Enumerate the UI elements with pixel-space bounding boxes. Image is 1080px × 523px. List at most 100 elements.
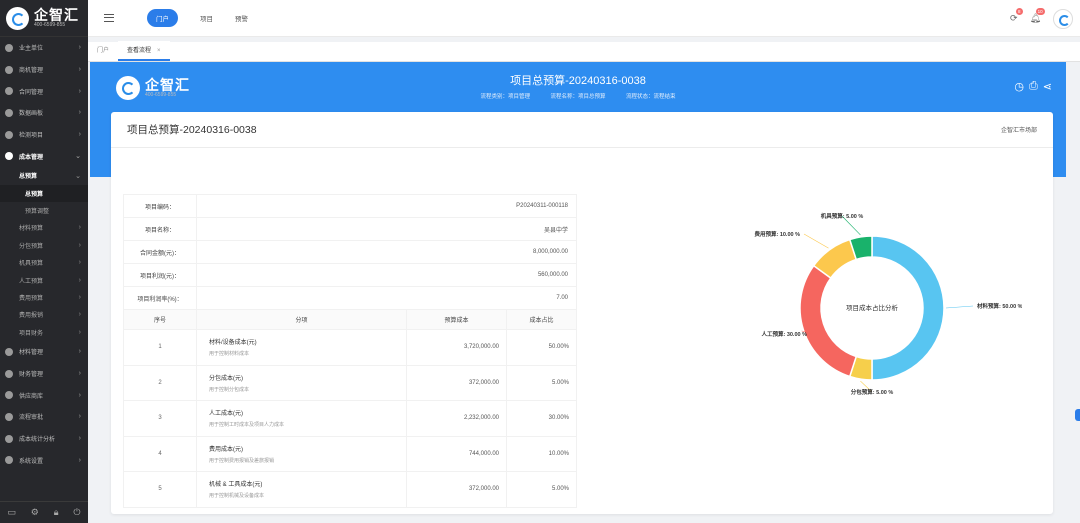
sidebar-item[interactable]: 流程审批 › [0,406,88,428]
sidebar-menu: 业主单位 › 商机管理 › 合同管理 › 数据画板 › 检测项目 › 成本管理 ⌄ 总预算 ⌄ 总预算 预算调… [0,37,88,471]
slice-label: 机具预算: 5.00 % [820,212,864,220]
avatar[interactable] [1053,8,1073,29]
row-percent: 30.00% [506,400,577,437]
chevron-right-icon: › [78,435,81,443]
chevron-right-icon: › [78,311,81,319]
sidebar-item[interactable]: 费用预算 › [0,289,88,306]
sidebar-item[interactable]: 人工预算 › [0,271,88,288]
table-row: 3 人工成本(元) 用于控制工时成本及项目人力成本 2,232,000.00 30.00… [123,400,577,437]
sidebar-item[interactable]: 商机管理 › [0,59,88,81]
sidebar-item[interactable]: 材料预算 › [0,219,88,236]
sidebar-item[interactable]: 财务管理 › [0,363,88,385]
sidebar-item-label: 业主单位 [19,46,44,53]
bell-icon[interactable]: 🔔︎ 10 [1030,8,1045,24]
menu-item-icon [5,43,13,52]
row-category: 分包成本(元) 用于控制分包成本 [196,364,407,401]
gear-icon[interactable]: ⚙ [31,507,39,518]
sync-icon[interactable]: ⟳ 8 [1010,8,1023,24]
chevron-right-icon: › [78,413,81,421]
category-name: 材料/设备成本(元) [209,340,257,347]
sidebar-item[interactable]: 数据画板 › [0,102,88,124]
sidebar-item-label: 成本管理 [19,154,44,161]
sidebar-item-label: 财务管理 [19,372,44,379]
sidebar-item-label: 材料管理 [19,350,44,357]
row-amount: 744,000.00 [406,435,507,472]
top-tab-project[interactable]: 项目 [200,13,213,23]
card-title: 项目总预算-20240316-0038 [127,124,257,136]
chevron-right-icon: › [78,294,81,302]
row-category: 机械 & 工具成本(元) 用于控制机械及设备成本 [196,471,407,508]
sidebar-logo[interactable]: 企智汇 400-6599-855 [0,0,88,37]
notice-badge: 10 [1035,8,1045,15]
page-tab-portal[interactable]: 门户 [88,41,118,61]
sidebar-item-label: 成本统计分析 [19,437,56,444]
lock-icon[interactable]: 🔒︎ [54,507,59,518]
info-value: 7.00 [196,286,577,310]
sidebar-item[interactable]: 检测项目 › [0,124,88,146]
top-tab-portal[interactable]: 门户 [147,9,178,27]
label-leader-line [945,305,974,309]
sidebar-item-label: 材料预算 [19,226,44,233]
chevron-right-icon: › [78,87,81,95]
category-desc: 用于控制机械及设备成本 [209,493,265,500]
monitor-icon[interactable]: ▭ [7,507,16,518]
power-icon[interactable]: ⏻ [73,507,80,518]
brand-logo-icon [6,6,29,30]
page-tab-bar: 门户 查看流程 × [88,41,1080,62]
info-label: 项目利润(元)： [123,263,197,287]
banner-actions: ◷ ⎙ ⋖ [1014,80,1052,93]
card-header: 项目总预算-20240316-0038 企智汇市场部 [111,112,1053,148]
row-category: 费用成本(元) 用于控制费用报销及差旅报销 [196,435,407,472]
sidebar-item[interactable]: 分包预算 › [0,237,88,254]
sidebar-item-label: 预算调整 [25,209,50,216]
sidebar-item[interactable]: 业主单位 › [0,37,88,59]
category-name: 人工成本(元) [209,411,243,418]
sidebar-item[interactable]: 成本管理 ⌄ [0,145,88,167]
sidebar-item[interactable]: 总预算 ⌄ [0,167,88,184]
sidebar-item[interactable]: 材料管理 › [0,341,88,363]
share-icon[interactable]: ⋖ [1043,80,1052,93]
row-percent: 10.00% [506,435,577,472]
category-desc: 用于控制工时成本及项目人力成本 [209,422,285,429]
flow-name: 流程名称：项目总预算 [550,94,606,100]
chevron-right-icon: › [78,370,81,378]
sidebar-item[interactable]: 项目财务 › [0,324,88,341]
row-number: 4 [123,435,197,472]
scroll-handle[interactable] [1075,409,1080,421]
print-icon[interactable]: ⎙ [1029,80,1038,93]
slice-label: 费用预算: 10.00 % [754,230,800,238]
cost-ratio-donut-chart: 材料预算: 50.00 % 分包预算: 5.00 % 人工预算: 30.00 % 费用… [754,212,1022,396]
close-icon[interactable]: × [157,48,161,54]
row-amount: 372,000.00 [406,364,507,401]
sidebar: 企智汇 400-6599-855 业主单位 › 商机管理 › 合同管理 › 数据画板 › 检测项… [0,0,88,523]
sidebar-item-label: 合同管理 [19,89,44,96]
brand-phone: 400-6599-855 [34,22,66,28]
menu-item-icon [5,152,13,161]
info-label: 项目利润率(%)： [123,286,197,310]
page-tab-view-flow[interactable]: 查看流程 × [118,41,170,61]
sidebar-item[interactable]: 系统设置 › [0,449,88,471]
slice-label: 材料预算: 50.00 % [977,302,1022,310]
chevron-right-icon: › [78,276,81,284]
sidebar-item-label: 费用报销 [19,313,44,320]
top-tab-warning[interactable]: 预警 [235,13,248,23]
pie-slice[interactable] [799,264,858,378]
sidebar-item[interactable]: 供应商库 › [0,384,88,406]
info-label: 项目名称： [123,217,197,241]
slice-label: 分包预算: 5.00 % [851,388,894,396]
sidebar-item[interactable]: 机具预算 › [0,254,88,271]
table-row: 1 材料/设备成本(元) 用于控制材料成本 3,720,000.00 50.00% [123,329,577,366]
column-header: 分项 [196,309,407,330]
chevron-right-icon: › [78,348,81,356]
sidebar-item[interactable]: 成本统计分析 › [0,428,88,450]
flow-meta: 流程类别：项目管理 流程名称：项目总预算 流程状态：流程结束 [90,92,1066,100]
clock-icon[interactable]: ◷ [1014,80,1024,93]
sidebar-item[interactable]: 合同管理 › [0,80,88,102]
menu-toggle-icon[interactable] [104,14,114,22]
sidebar-item[interactable]: 费用报销 › [0,306,88,323]
row-amount: 372,000.00 [406,471,507,508]
chevron-down-icon: ⌄ [75,172,81,180]
category-name: 分包成本(元) [209,375,243,382]
sidebar-item[interactable]: 总预算 [0,184,88,202]
sidebar-item[interactable]: 预算调整 [0,202,88,219]
